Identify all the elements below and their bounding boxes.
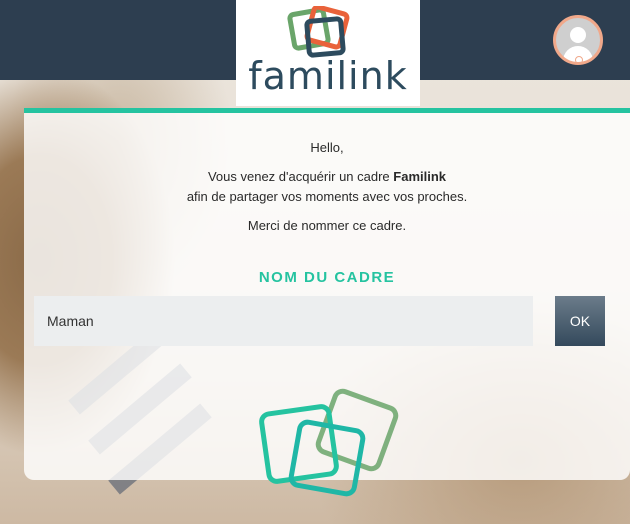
ok-button[interactable]: OK <box>555 296 605 346</box>
instruction-text: Merci de nommer ce cadre. <box>247 218 407 233</box>
intro-line-1: Vous venez d'acquérir un cadre Familink <box>207 169 447 184</box>
frame-name-input[interactable] <box>34 296 533 346</box>
frames-logo-large-icon <box>259 388 399 497</box>
brand-name: Familink <box>393 169 447 184</box>
logo-wordmark: familink <box>248 54 408 98</box>
camera-badge-icon <box>575 56 583 62</box>
greeting-text: Hello, <box>310 140 344 155</box>
frame-name-heading: NOM DU CADRE <box>258 269 396 286</box>
intro-line-2: afin de partager vos moments avec vos pr… <box>186 189 468 204</box>
frames-logo-icon <box>287 6 350 58</box>
familink-logo[interactable]: familink <box>236 0 420 106</box>
user-icon <box>570 27 586 43</box>
user-avatar[interactable] <box>553 15 603 65</box>
